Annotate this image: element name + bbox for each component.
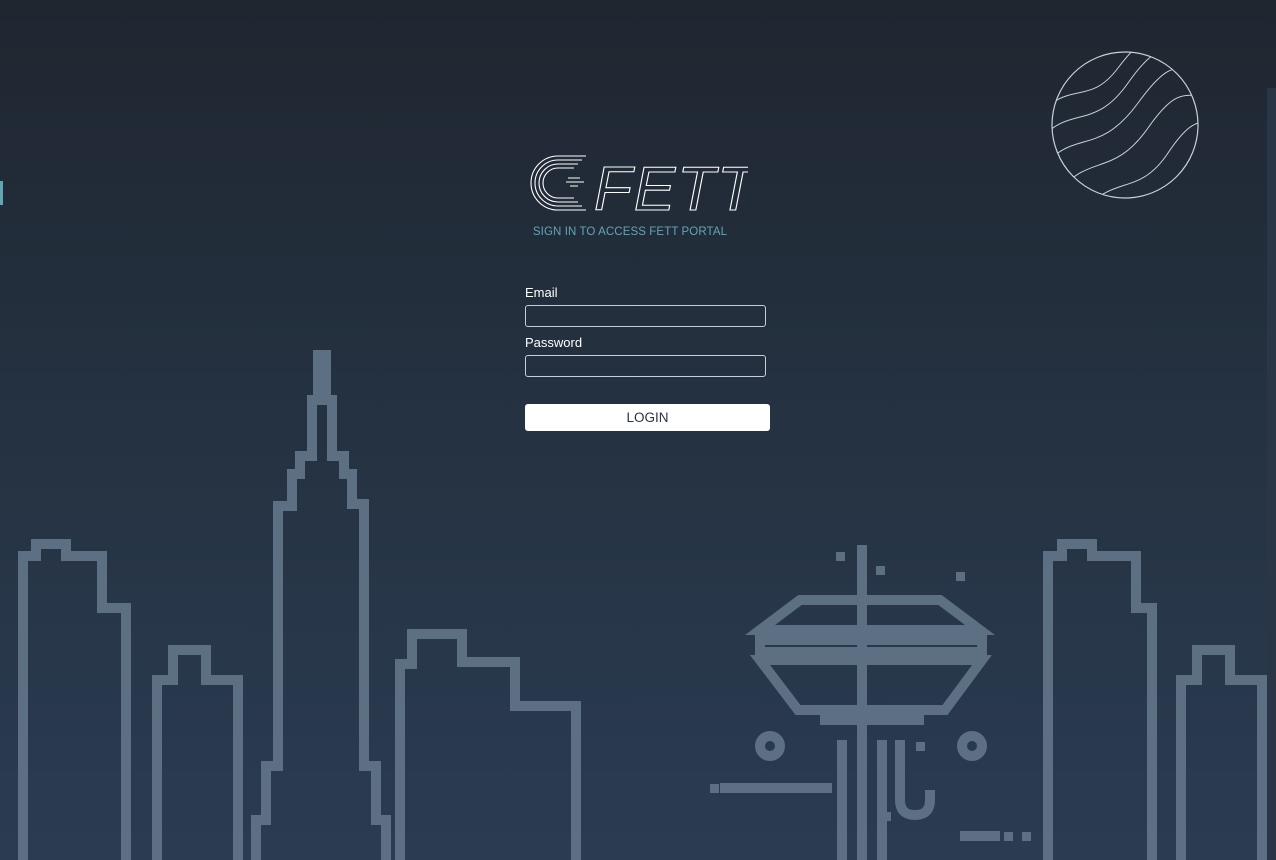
left-edge-tab bbox=[0, 181, 3, 205]
planet-icon bbox=[1051, 51, 1199, 199]
login-button[interactable]: LOGIN bbox=[525, 404, 770, 431]
building-small bbox=[152, 645, 243, 860]
tower-tall bbox=[251, 350, 391, 860]
building-mid bbox=[395, 629, 581, 860]
building-right bbox=[1043, 539, 1157, 860]
building-far-right bbox=[1176, 645, 1267, 860]
building-left bbox=[18, 539, 131, 860]
password-label: Password bbox=[525, 335, 583, 350]
logo-text: FETT bbox=[594, 155, 748, 216]
password-input[interactable] bbox=[525, 355, 766, 377]
portal-subtitle: SIGN IN TO ACCESS FETT PORTAL bbox=[532, 226, 728, 238]
fett-logo: FETT bbox=[530, 154, 748, 216]
email-label: Email bbox=[525, 285, 558, 300]
email-input[interactable] bbox=[525, 305, 766, 327]
right-edge-scrollbar bbox=[1267, 88, 1276, 860]
needle-tower bbox=[720, 545, 1000, 860]
